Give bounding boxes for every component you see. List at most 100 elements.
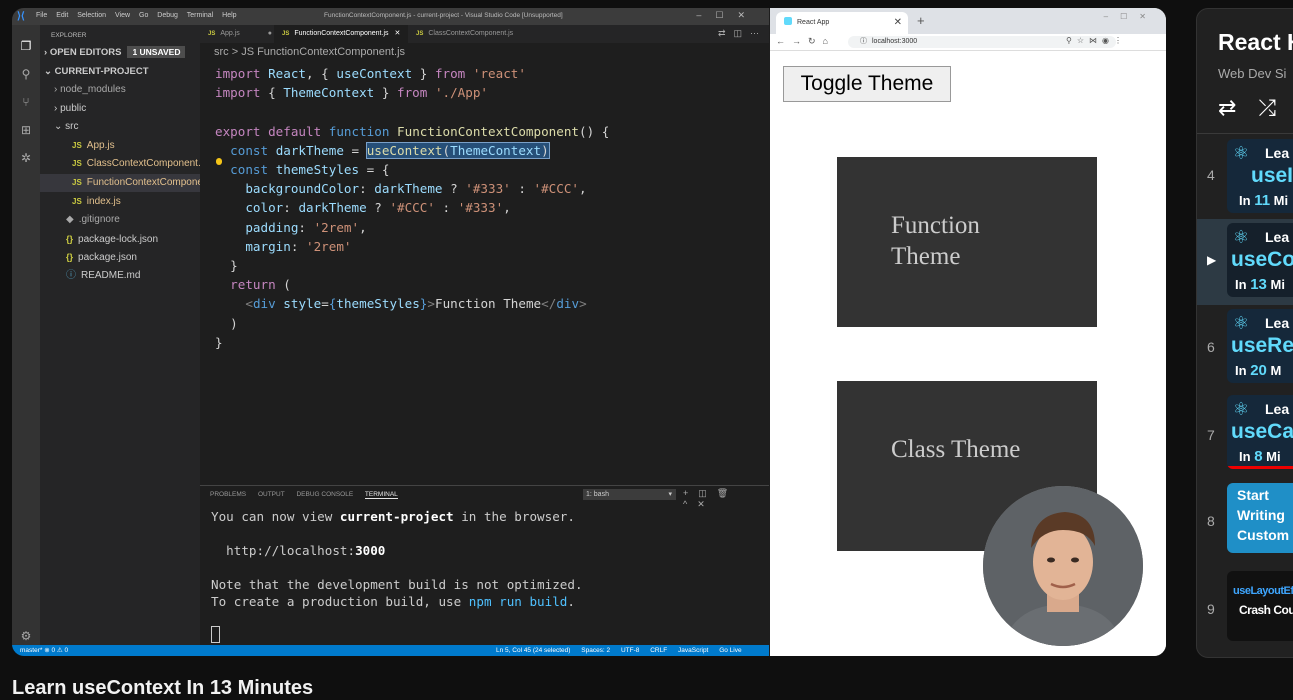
tab-output[interactable]: OUTPUT: [258, 491, 285, 498]
tree-item-src[interactable]: ⌄ src: [54, 118, 79, 136]
browser-actions[interactable]: ⚲☆⋈◉⋮: [1066, 36, 1127, 45]
video-thumbnail: Start Writing Custom: [1227, 483, 1293, 553]
video-player[interactable]: ⟩⟨ File Edit Selection View Go Debug Ter…: [12, 8, 1166, 656]
playlist-panel: React H Web Dev Si ⇄⤮ 4 ⚛Lea useI In 11 …: [1196, 8, 1293, 658]
extensions-icon[interactable]: ⊞: [19, 123, 33, 137]
encoding[interactable]: UTF-8: [621, 647, 639, 654]
js-file-icon: JS: [72, 159, 82, 168]
unsaved-badge: 1 UNSAVED: [127, 46, 186, 58]
tree-item-package-json[interactable]: {} package.json: [66, 248, 137, 266]
code-content[interactable]: import React, { useContext } from 'react…: [215, 64, 609, 352]
menu-debug[interactable]: Debug: [157, 12, 178, 19]
menu-file[interactable]: File: [36, 12, 47, 19]
terminal-panel[interactable]: PROBLEMS OUTPUT DEBUG CONSOLE TERMINAL 1…: [200, 485, 769, 646]
editor-actions[interactable]: ⇄◫⋯: [718, 28, 767, 39]
chevron-down-icon: ▾: [668, 491, 672, 498]
tree-item-public[interactable]: › public: [54, 100, 86, 118]
react-logo-icon: ⚛: [1233, 313, 1250, 333]
files-icon[interactable]: ❐: [19, 39, 33, 53]
tab-problems[interactable]: PROBLEMS: [210, 491, 246, 498]
search-icon[interactable]: ⚲: [19, 67, 33, 81]
editor-area[interactable]: JS App.js ● JS FunctionContextComponent.js…: [200, 25, 956, 485]
vscode-window: ⟩⟨ File Edit Selection View Go Debug Ter…: [12, 8, 956, 656]
vscode-menu: File Edit Selection View Go Debug Termin…: [36, 12, 244, 19]
terminal-cursor: [211, 626, 220, 643]
tree-item-function-context[interactable]: JSFunctionContextComponent.js: [40, 174, 200, 192]
close-icon: ✕: [394, 30, 401, 37]
git-status[interactable]: master* ⊗ 0 ⚠ 0: [20, 645, 68, 656]
tree-item-readme[interactable]: ⓘ README.md: [66, 267, 140, 285]
gitignore-icon: ◆: [66, 214, 74, 225]
menu-selection[interactable]: Selection: [77, 12, 106, 19]
menu-view[interactable]: View: [115, 12, 130, 19]
tree-item-package-lock[interactable]: {} package-lock.json: [66, 230, 158, 248]
terminal-output[interactable]: You can now view current-project in the …: [211, 508, 583, 610]
tab-class-context[interactable]: JS ClassContextComponent.js: [408, 25, 521, 43]
close-icon: ✕: [893, 17, 902, 28]
browser-tab[interactable]: React App ✕: [776, 12, 908, 34]
playlist-item[interactable]: 8 Start Writing Custom: [1197, 479, 1293, 563]
open-editors-section[interactable]: › OPEN EDITORS 1 UNSAVED: [44, 44, 186, 62]
playlist-item-current[interactable]: ▶ ⚛ Lea useCo In 13 Mi: [1197, 219, 1293, 305]
tab-debug-console[interactable]: DEBUG CONSOLE: [296, 491, 353, 498]
panel-tabs: PROBLEMS OUTPUT DEBUG CONSOLE TERMINAL: [210, 491, 408, 499]
terminal-select[interactable]: 1: bash ▾: [583, 489, 676, 500]
activity-bar: ❐ ⚲ ⑂ ⊞ ✲ ⚙: [12, 25, 40, 645]
project-section[interactable]: ⌄ CURRENT-PROJECT: [44, 63, 149, 81]
tree-item-index-js[interactable]: JS index.js: [72, 193, 121, 211]
tab-function-context[interactable]: JS FunctionContextComponent.js ✕: [274, 25, 409, 43]
json-file-icon: {}: [66, 234, 74, 244]
video-thumbnail: ⚛ Lea useCo In 13 Mi: [1227, 223, 1293, 297]
gear-icon[interactable]: ⚙: [19, 629, 33, 643]
playlist-item[interactable]: 9 useLayoutEff Crash Cours: [1197, 565, 1293, 649]
vscode-titlebar: ⟩⟨ File Edit Selection View Go Debug Ter…: [12, 8, 769, 25]
breadcrumb[interactable]: src > JS FunctionContextComponent.js: [214, 46, 405, 58]
language-mode[interactable]: JavaScript: [678, 647, 708, 654]
playlist-channel[interactable]: Web Dev Si: [1218, 66, 1286, 81]
js-file-icon: JS: [72, 197, 82, 206]
nav-buttons[interactable]: ←→↻⌂: [776, 36, 835, 47]
tree-item-gitignore[interactable]: ◆ .gitignore: [66, 211, 120, 229]
playlist-item[interactable]: 4 ⚛ Lea useI In 11 Mi: [1197, 135, 1293, 219]
indentation[interactable]: Spaces: 2: [581, 647, 610, 654]
loop-icon[interactable]: ⇄: [1218, 95, 1258, 120]
playlist-item[interactable]: 7 ⚛ Lea useCal In 8 Mi: [1197, 393, 1293, 477]
menu-terminal[interactable]: Terminal: [187, 12, 213, 19]
line-ending[interactable]: CRLF: [650, 647, 667, 654]
shuffle-icon[interactable]: ⤮: [1258, 95, 1293, 120]
react-logo-icon: ⚛: [1233, 227, 1250, 247]
explorer-sidebar: EXPLORER › OPEN EDITORS 1 UNSAVED ⌄ CURRE…: [40, 25, 200, 645]
explorer-header: EXPLORER: [51, 32, 87, 39]
address-bar-row: ←→↻⌂ ⓘ localhost:3000 ⚲☆⋈◉⋮: [770, 34, 1166, 51]
editor-tabs: JS App.js ● JS FunctionContextComponent.js…: [200, 25, 769, 43]
chevron-down-icon: ⌄: [44, 66, 55, 77]
js-file-icon: JS: [72, 178, 82, 187]
menu-help[interactable]: Help: [222, 12, 236, 19]
go-live-button[interactable]: Go Live: [719, 647, 741, 654]
menu-go[interactable]: Go: [139, 12, 148, 19]
menu-edit[interactable]: Edit: [56, 12, 68, 19]
tree-item-node-modules[interactable]: › node_modules: [54, 81, 126, 99]
debug-icon[interactable]: ✲: [19, 151, 33, 165]
window-controls[interactable]: –☐✕: [1104, 12, 1158, 21]
tab-terminal[interactable]: TERMINAL: [364, 491, 398, 499]
vscode-logo-icon: ⟩⟨: [17, 11, 25, 22]
tree-item-class-context[interactable]: JS ClassContextComponent.js: [72, 155, 200, 173]
toggle-theme-button[interactable]: Toggle Theme: [783, 66, 951, 102]
tree-item-app-js[interactable]: JS App.js: [72, 137, 115, 155]
play-indicator-icon: ▶: [1207, 253, 1217, 267]
terminal-controls[interactable]: +◫🗑^✕: [683, 488, 769, 510]
cursor-position[interactable]: Ln 5, Col 45 (24 selected): [496, 647, 570, 654]
video-thumbnail: ⚛ Lea useCal In 8 Mi: [1227, 395, 1293, 469]
function-theme-box: Function Theme: [837, 157, 1097, 327]
tab-app-js[interactable]: JS App.js ●: [200, 25, 280, 43]
window-controls[interactable]: –☐✕: [696, 10, 759, 21]
new-tab-button[interactable]: +: [917, 13, 925, 28]
json-file-icon: {}: [66, 252, 74, 262]
js-file-icon: JS: [72, 141, 82, 150]
playlist-item[interactable]: 6 ⚛ Lea useRe In 20 M: [1197, 307, 1293, 391]
source-control-icon[interactable]: ⑂: [19, 95, 33, 109]
info-icon: ⓘ: [860, 38, 867, 45]
playlist-actions: ⇄⤮: [1218, 95, 1293, 121]
playlist-title[interactable]: React H: [1218, 29, 1293, 56]
